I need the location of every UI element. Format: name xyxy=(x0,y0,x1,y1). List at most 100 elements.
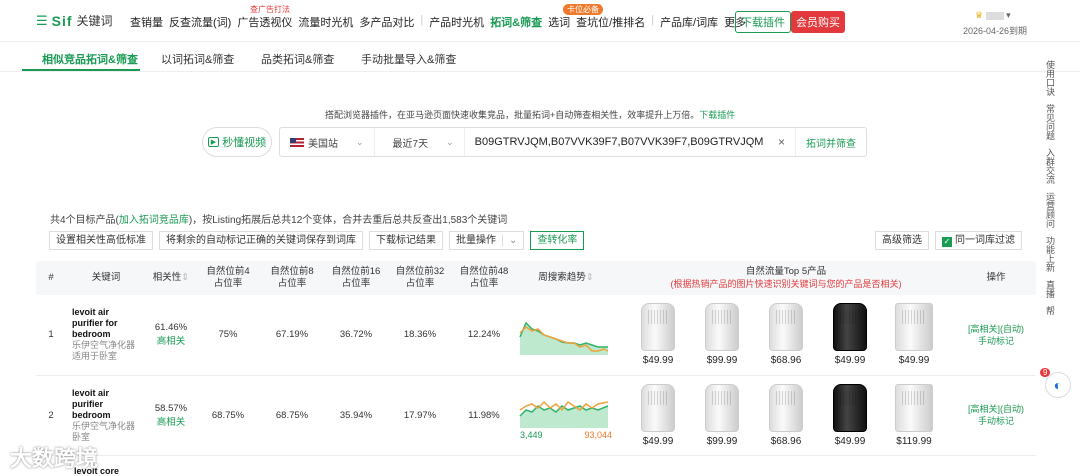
top-product[interactable]: $49.99 xyxy=(633,383,683,447)
period-select[interactable]: 最近7天 ⌄ xyxy=(375,128,465,156)
nav-item-7[interactable]: 拓词&筛查 xyxy=(490,14,542,30)
sidebar-item-5[interactable]: 直播 xyxy=(1044,280,1056,298)
site-select[interactable]: 美国站 ⌄ xyxy=(280,128,375,156)
col-r8-label: 自然位前8 占位率 xyxy=(270,266,314,289)
table-row[interactable]: 1 levoit air purifier for bedroom 乐伊空气净化器… xyxy=(36,295,1036,376)
conversion-button[interactable]: 查转化率 xyxy=(530,231,585,250)
r32-cell: 18.36% xyxy=(388,295,452,376)
video-button[interactable]: ▶ 秒懂视频 xyxy=(202,127,272,157)
top-product[interactable]: $49.99 xyxy=(633,303,683,366)
nav-divider: | xyxy=(420,14,424,26)
top-product[interactable]: $119.99 xyxy=(889,383,939,447)
top-product[interactable]: $49.99 xyxy=(825,303,875,366)
top-product[interactable]: $68.96 xyxy=(761,383,811,447)
same-library-filter[interactable]: ✓ 同一词库过滤 xyxy=(935,231,1022,250)
tab-keyword[interactable]: 以词拓词&筛查 xyxy=(161,51,234,67)
auto-mark[interactable]: [高相关](自动) xyxy=(956,323,1036,335)
nav-item-8[interactable]: 选词 xyxy=(548,14,570,30)
tab-manual[interactable]: 手动批量导入&筛查 xyxy=(361,51,456,67)
set-relevance-button[interactable]: 设置相关性高低标准 xyxy=(49,231,153,250)
period-label: 最近7天 xyxy=(392,138,429,150)
manual-mark[interactable]: 手动标记 xyxy=(956,415,1036,427)
chevron-down-icon: ▾ xyxy=(1006,10,1011,20)
nav-item-1[interactable]: 反查流量(词) xyxy=(169,14,231,30)
top-product[interactable]: $68.96 xyxy=(761,303,811,366)
col-keyword[interactable]: 关键词 xyxy=(66,261,146,295)
nav-item-4[interactable]: 多产品对比 xyxy=(359,14,414,30)
nav-item-11[interactable]: 产品库/词库 xyxy=(660,14,718,30)
col-r8[interactable]: 自然位前8 占位率 xyxy=(260,261,324,295)
op-cell[interactable]: [高相关](自动) 手动标记 xyxy=(956,295,1036,376)
sidebar-item-1[interactable]: 常见问题 xyxy=(1044,104,1056,140)
keyword-translation: 乐伊空气净化器卧室 xyxy=(72,420,136,442)
tab-category[interactable]: 品类拓词&筛查 xyxy=(261,51,334,67)
top-product[interactable]: $99.99 xyxy=(697,303,747,366)
product-image xyxy=(895,303,933,352)
r32-cell: 17.97% xyxy=(388,375,452,456)
product-price: $49.99 xyxy=(834,355,866,367)
float-chat-icon[interactable]: ◐ xyxy=(1045,372,1071,398)
op-cell[interactable]: [高相关](自动) 手动标记 xyxy=(956,375,1036,456)
auto-mark[interactable]: [高相关](自动) xyxy=(956,403,1036,415)
nav-item-6[interactable]: 产品时光机 xyxy=(429,14,484,30)
save-keywords-button[interactable]: 将剩余的自动标记正确的关键词保存到词库 xyxy=(159,231,363,250)
sidebar-item-0[interactable]: 使用口诀 xyxy=(1044,60,1056,96)
trend-cell[interactable] xyxy=(516,295,616,376)
user-menu[interactable]: ♛ ▾ 2026-04-26到期 xyxy=(963,10,1027,36)
relevance-value: 58.57% xyxy=(154,402,188,414)
clear-icon[interactable]: × xyxy=(768,135,795,149)
manual-mark[interactable]: 手动标记 xyxy=(956,335,1036,347)
download-result-button[interactable]: 下载标记结果 xyxy=(369,231,443,250)
action-bar: 设置相关性高低标准 将剩余的自动标记正确的关键词保存到词库 下载标记结果 批量操… xyxy=(49,231,585,250)
col-r16[interactable]: 自然位前16 占位率 xyxy=(324,261,388,295)
keyword-text: levoit air purifier bedroom xyxy=(72,387,111,420)
top-product[interactable]: $49.99 xyxy=(825,383,875,447)
tab-similar[interactable]: 相似竞品拓词&筛查 xyxy=(42,51,138,67)
table-row[interactable]: 2 levoit air purifier bedroom 乐伊空气净化器卧室 5… xyxy=(36,375,1036,456)
col-idx: # xyxy=(36,261,66,295)
right-sidebar: 使用口诀常见问题入群交流运营顾问功能上新直播帮 xyxy=(1040,60,1060,323)
site-label: 美国站 xyxy=(308,138,338,150)
crown-icon: ♛ xyxy=(975,10,984,20)
col-r16-label: 自然位前16 占位率 xyxy=(331,266,381,289)
top-product[interactable]: $49.99 xyxy=(889,303,939,366)
product-price: $99.99 xyxy=(706,435,738,447)
sidebar-item-2[interactable]: 入群交流 xyxy=(1044,148,1056,184)
download-plugin-button[interactable]: 下载插件 xyxy=(735,11,791,33)
product-price: $68.96 xyxy=(770,355,802,367)
nav-item-9[interactable]: 查坑位/推排名 xyxy=(576,14,645,30)
col-r32[interactable]: 自然位前32 占位率 xyxy=(388,261,452,295)
notice: 搭配浏览器插件，在亚马逊页面快速收集竞品，批量拓词+自动筛查相关性，效率提升上万… xyxy=(325,108,735,121)
sidebar-item-4[interactable]: 功能上新 xyxy=(1044,236,1056,272)
col-r48[interactable]: 自然位前48 占位率 xyxy=(452,261,516,295)
same-library-label: 同一词库过滤 xyxy=(955,235,1015,246)
search-submit-button[interactable]: 拓词并筛查 xyxy=(795,128,866,156)
relevance-value: 61.46% xyxy=(154,322,188,334)
tag-ad: 查广告打法 xyxy=(250,5,290,14)
vip-buy-button[interactable]: 会员购买 xyxy=(791,11,845,33)
col-trend[interactable]: 周搜索趋势⇕ xyxy=(516,261,616,295)
top5-cell: $49.99 $99.99 $68.96 $49.99 $119.99 xyxy=(616,375,956,456)
top5-cell: $49.99 $99.99 $68.96 $49.99 $49.99 xyxy=(616,295,956,376)
keyword-translation: 乐伊空气净化器适用于卧室 xyxy=(72,340,136,362)
sidebar-item-6[interactable]: 帮 xyxy=(1044,306,1056,315)
nav-item-2[interactable]: 广告透视仪 xyxy=(237,14,292,30)
nav-item-3[interactable]: 流量时光机 xyxy=(298,14,353,30)
top-product[interactable]: $99.99 xyxy=(697,383,747,447)
nav-item-0[interactable]: 查销量 xyxy=(130,14,163,30)
batch-ops-button[interactable]: 批量操作 ⌄ xyxy=(449,231,525,250)
sidebar-item-3[interactable]: 运营顾问 xyxy=(1044,192,1056,228)
product-image xyxy=(833,383,867,432)
logo-brand: Sif xyxy=(51,12,73,29)
product-price: $49.99 xyxy=(642,355,674,367)
col-relevance[interactable]: 相关性⇕ xyxy=(146,261,196,295)
asin-input[interactable]: B09GTRVJQM,B07VVK39F7,B07VVK39F7,B09GTRV… xyxy=(465,136,768,148)
advanced-filter-button[interactable]: 高级筛选 xyxy=(875,231,929,250)
trend-cell[interactable]: 3,449 93,044 xyxy=(516,375,616,456)
keyword-cell[interactable]: levoit air purifier for bedroom 乐伊空气净化器适用… xyxy=(66,295,146,376)
notice-download-link[interactable]: 下载插件 xyxy=(699,110,735,120)
add-to-library-link[interactable]: 加入拓词竞品库 xyxy=(119,215,189,226)
logo[interactable]: ☰ Sif 关键词 xyxy=(36,12,113,29)
product-price: $49.99 xyxy=(642,435,674,447)
col-r4[interactable]: 自然位前4 占位率 xyxy=(196,261,260,295)
